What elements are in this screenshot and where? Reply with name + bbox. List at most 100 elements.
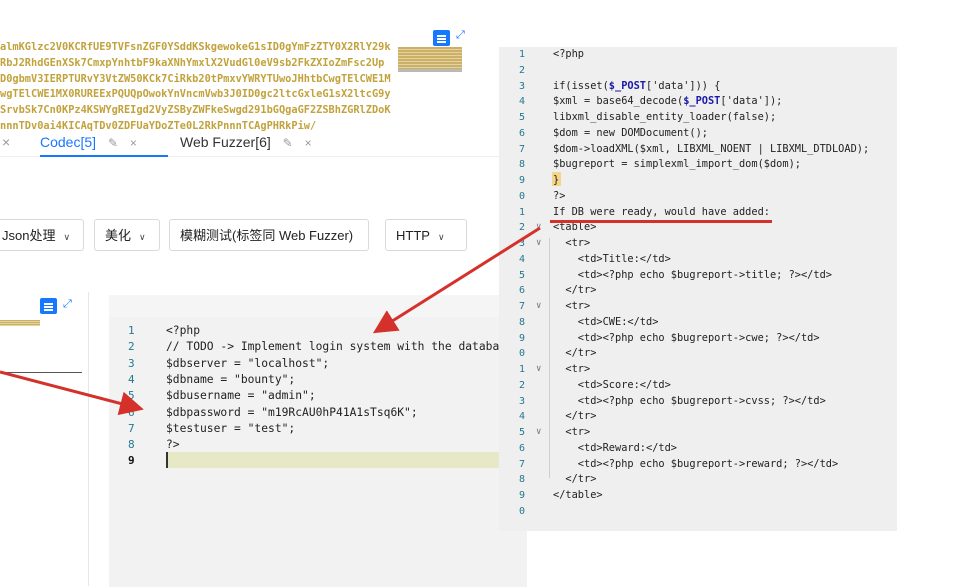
superglobal-keyword: $_POST xyxy=(683,95,721,108)
tab-active-indicator xyxy=(40,155,168,157)
tab-web-fuzzer-edit-icon[interactable]: ✎ xyxy=(283,136,293,150)
line-number: 9 xyxy=(519,175,526,186)
code-line[interactable]: 9} xyxy=(499,173,897,189)
expand-icon[interactable]: ⤢ xyxy=(456,29,465,42)
code-line[interactable]: 3 <td><?php echo $bugreport->cvss; ?></t… xyxy=(499,394,897,410)
fold-chevron-icon[interactable]: ∨ xyxy=(536,425,541,441)
line-code: $bugreport = simplexml_import_dom($dom); xyxy=(553,158,801,171)
line-number: 6 xyxy=(128,405,135,419)
code-line[interactable]: 2 <td>Score:</td> xyxy=(499,378,897,394)
code-line[interactable]: 5 ∨ <tr> xyxy=(499,425,897,441)
fuzz-test-button[interactable]: 模糊测试(标签同 Web Fuzzer) xyxy=(169,219,369,251)
code-line[interactable]: 1 <?php xyxy=(109,322,527,339)
line-number: 1 xyxy=(519,364,526,375)
code-line[interactable]: 0 ?> xyxy=(499,189,897,205)
code-line[interactable]: 7 ∨ <tr> xyxy=(499,299,897,315)
line-number: 7 xyxy=(519,458,526,470)
code-line[interactable]: 2 xyxy=(499,63,897,79)
tab-codec[interactable]: Codec[5] ✎ × xyxy=(40,128,168,156)
http-button[interactable]: HTTP ∨ xyxy=(385,219,467,251)
line-code: <tr> xyxy=(553,300,591,312)
code-line[interactable]: 4 $dbname = "bounty"; xyxy=(109,371,527,388)
encoded-text-line: D0gbmV3IERPTURvY3VtZW50KCk7CiRkb20tPmxvY… xyxy=(0,72,391,85)
line-code: </table> xyxy=(553,489,603,501)
fold-chevron-icon[interactable]: ∨ xyxy=(536,220,541,236)
code-line[interactable]: 8 </tr> xyxy=(499,472,897,488)
code-line[interactable]: 9 <td><?php echo $bugreport->cwe; ?></td… xyxy=(499,331,897,347)
code-line[interactable]: 5 $dbusername = "admin"; xyxy=(109,387,527,404)
code-line[interactable]: 7 $testuser = "test"; xyxy=(109,420,527,437)
line-code: $dbserver = "localhost"; xyxy=(166,356,330,370)
line-number: 0 xyxy=(519,348,526,360)
line-code: $testuser = "test"; xyxy=(166,421,296,435)
expand-icon[interactable]: ⤢ xyxy=(63,298,72,311)
code-line[interactable]: 5 <td><?php echo $bugreport->title; ?></… xyxy=(499,268,897,284)
code-line[interactable]: 8 <td>CWE:</td> xyxy=(499,315,897,331)
tab-web-fuzzer-close-icon[interactable]: × xyxy=(305,136,312,150)
code-line[interactable]: 1 If DB were ready, would have added: xyxy=(499,205,897,221)
left-minimap[interactable] xyxy=(0,320,40,326)
code-line[interactable]: 6 $dbpassword = "m19RcAU0hP41A1sTsq6K"; xyxy=(109,404,527,421)
line-code: $dbname = "bounty"; xyxy=(166,372,296,386)
tab-web-fuzzer-label: Web Fuzzer[6] xyxy=(180,134,271,150)
left-output-panel[interactable] xyxy=(0,292,89,586)
tab-web-fuzzer[interactable]: Web Fuzzer[6] ✎ × xyxy=(180,128,330,156)
encoded-minimap[interactable] xyxy=(398,47,462,69)
code-line[interactable]: 3 $dbserver = "localhost"; xyxy=(109,355,527,372)
beautify-button[interactable]: 美化 ∨ xyxy=(94,219,160,251)
line-code: $xml = base64_decode($_POST['data']); xyxy=(553,95,783,108)
tab-codec-close-icon[interactable]: × xyxy=(130,136,137,150)
chevron-down-icon: ∨ xyxy=(437,232,445,242)
code-line[interactable]: 6 </tr> xyxy=(499,283,897,299)
list-icon[interactable] xyxy=(40,298,57,314)
line-code: <?php xyxy=(553,48,584,60)
code-line[interactable]: 6 $dom = new DOMDocument(); xyxy=(499,126,897,142)
line-code: </tr> xyxy=(553,347,597,360)
code-line[interactable]: 1 <?php xyxy=(499,47,897,63)
encoded-text-line: SrvbSk7Cn0KPz4KSWYgREIgd2VyZSByZWFkeSwgd… xyxy=(0,104,391,117)
line-code: <?php xyxy=(166,324,201,337)
decoded-editor-header xyxy=(109,295,527,317)
code-line[interactable]: 7 $dom->loadXML($xml, LIBXML_NOENT | LIBX… xyxy=(499,142,897,158)
fold-chevron-icon[interactable]: ∨ xyxy=(536,299,541,315)
line-code: ?> xyxy=(166,438,180,452)
code-line[interactable]: 0 </tr> xyxy=(499,346,897,362)
code-line[interactable]: 7 <td><?php echo $bugreport->reward; ?><… xyxy=(499,457,897,473)
line-code: <td>Reward:</td> xyxy=(553,441,677,454)
fold-chevron-icon[interactable]: ∨ xyxy=(536,236,541,252)
tab-codec-edit-icon[interactable]: ✎ xyxy=(108,136,118,150)
code-line[interactable]: 3 if(isset($_POST['data'])) { xyxy=(499,79,897,95)
chevron-down-icon: ∨ xyxy=(139,232,146,242)
code-line[interactable]: 6 <td>Reward:</td> xyxy=(499,441,897,457)
line-code: <td><?php echo $bugreport->cwe; ?></td> xyxy=(553,331,820,344)
tab-bar: × Codec[5] ✎ × Web Fuzzer[6] ✎ × xyxy=(0,128,500,156)
fold-chevron-icon[interactable]: ∨ xyxy=(536,362,541,378)
code-line[interactable]: 8 ?> xyxy=(109,436,527,453)
code-line[interactable]: 5 libxml_disable_entity_loader(false); xyxy=(499,110,897,126)
line-number: 6 xyxy=(519,127,526,139)
encoded-minimap-scroll[interactable] xyxy=(398,69,462,72)
tab-prev-close-icon[interactable]: × xyxy=(2,128,10,156)
code-line[interactable]: 2 // TODO -> Implement login system with … xyxy=(109,338,527,355)
encoded-text-panel[interactable]: almKGlzc2V0KCRfUE9TVFsnZGF0YSddKSkgewoke… xyxy=(0,40,400,132)
line-number: 7 xyxy=(519,301,526,312)
code-line[interactable]: 4 <td>Title:</td> xyxy=(499,252,897,268)
code-line[interactable]: 1 ∨ <tr> xyxy=(499,362,897,378)
line-code: <tr> xyxy=(553,426,591,438)
code-line[interactable]: 0 xyxy=(499,504,897,520)
code-line[interactable]: 4 $xml = base64_decode($_POST['data']); xyxy=(499,94,897,110)
line-number: 6 xyxy=(519,442,526,454)
line-code: <td>CWE:</td> xyxy=(553,315,659,328)
code-line[interactable]: 9 xyxy=(109,452,527,469)
list-icon[interactable] xyxy=(433,30,450,46)
json-process-button[interactable]: Json处理 ∨ xyxy=(0,219,84,251)
line-number: 4 xyxy=(519,96,526,108)
code-line[interactable]: 9 </table> xyxy=(499,488,897,504)
code-line[interactable]: 8 $bugreport = simplexml_import_dom($dom)… xyxy=(499,157,897,173)
code-line[interactable]: 4 </tr> xyxy=(499,409,897,425)
tab-codec-label: Codec[5] xyxy=(40,134,97,150)
code-line[interactable]: 3 ∨ <tr> xyxy=(499,236,897,252)
line-code: If DB were ready, would have added: xyxy=(553,205,770,218)
line-number: 4 xyxy=(128,372,135,386)
line-number: 3 xyxy=(519,395,526,407)
